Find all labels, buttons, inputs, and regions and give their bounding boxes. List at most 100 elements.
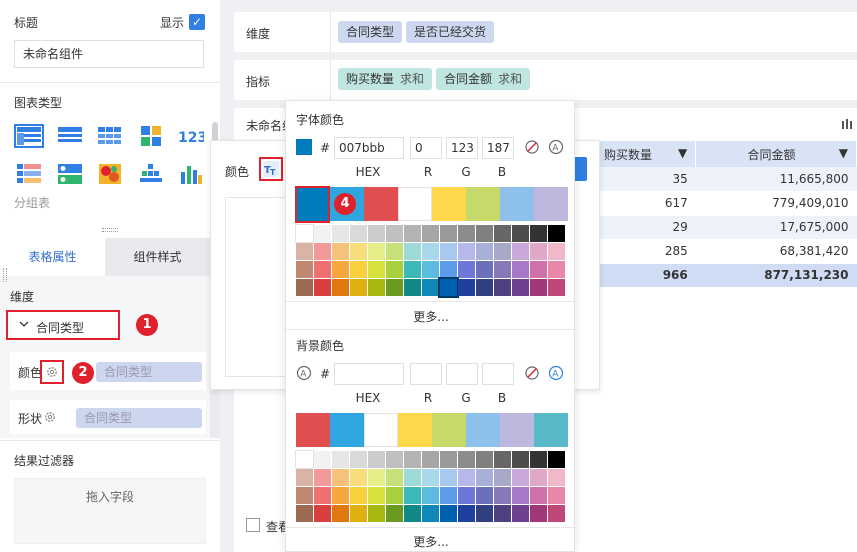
color-cell[interactable] — [368, 487, 385, 504]
text-color-button-highlight[interactable]: TT — [259, 157, 283, 181]
color-cell[interactable] — [476, 243, 493, 260]
color-cell[interactable] — [530, 505, 547, 522]
red-input[interactable]: 0 — [410, 137, 442, 159]
color-cell[interactable] — [530, 487, 547, 504]
color-cell[interactable] — [314, 243, 331, 260]
color-cell[interactable] — [512, 487, 529, 504]
color-cell[interactable] — [494, 243, 511, 260]
auto-color-selected-icon[interactable]: A — [548, 365, 564, 384]
color-cell[interactable] — [332, 451, 349, 468]
color-cell[interactable] — [314, 261, 331, 278]
color-cell[interactable] — [386, 487, 403, 504]
color-cell[interactable] — [530, 451, 547, 468]
tab-table-properties[interactable]: 表格属性 — [0, 238, 105, 276]
color-cell[interactable] — [476, 279, 493, 296]
color-cell[interactable] — [530, 261, 547, 278]
color-cell[interactable] — [404, 469, 421, 486]
color-cell[interactable] — [404, 243, 421, 260]
column-header[interactable]: 购买数量 ▼ — [596, 141, 697, 167]
color-cell[interactable] — [440, 487, 457, 504]
color-cell[interactable] — [548, 469, 565, 486]
shape-gear-icon[interactable] — [44, 411, 56, 426]
color-cell[interactable] — [440, 225, 457, 242]
dimension-pill[interactable]: 是否已经交货 — [406, 21, 495, 43]
color-swatch[interactable] — [432, 187, 466, 221]
color-cell[interactable] — [440, 243, 457, 260]
color-cell[interactable] — [548, 279, 565, 296]
dimension-field-box[interactable]: 合同类型 — [6, 310, 120, 340]
color-cell[interactable] — [350, 451, 367, 468]
text-color-icon[interactable]: TT — [263, 161, 279, 177]
color-cell[interactable] — [548, 243, 565, 260]
color-cell[interactable] — [494, 279, 511, 296]
color-cell[interactable] — [494, 451, 511, 468]
color-cell[interactable] — [458, 505, 475, 522]
color-cell[interactable] — [314, 279, 331, 296]
color-cell[interactable] — [512, 279, 529, 296]
color-cell[interactable] — [494, 505, 511, 522]
color-settings-highlight[interactable] — [40, 360, 64, 384]
card-list-icon[interactable] — [55, 162, 85, 186]
color-cell[interactable] — [368, 505, 385, 522]
color-cell[interactable] — [386, 225, 403, 242]
color-cell[interactable] — [512, 451, 529, 468]
color-cell[interactable] — [314, 505, 331, 522]
color-cell[interactable] — [440, 451, 457, 468]
color-cell[interactable] — [368, 469, 385, 486]
green-input[interactable]: 123 — [446, 137, 478, 159]
color-cell[interactable] — [458, 487, 475, 504]
tab-component-style[interactable]: 组件样式 — [105, 238, 210, 276]
color-cell[interactable] — [368, 451, 385, 468]
color-cell[interactable] — [494, 261, 511, 278]
more-colors-link[interactable]: 更多... — [286, 308, 576, 325]
color-cell[interactable] — [476, 469, 493, 486]
kpi-grid-icon[interactable] — [136, 124, 166, 148]
color-cell[interactable] — [548, 261, 565, 278]
cross-table-icon[interactable] — [55, 124, 85, 148]
color-cell[interactable] — [296, 487, 313, 504]
color-cell[interactable] — [476, 505, 493, 522]
color-cell[interactable] — [548, 451, 565, 468]
color-cell[interactable] — [350, 469, 367, 486]
color-swatch[interactable] — [534, 187, 568, 221]
color-cell[interactable] — [332, 243, 349, 260]
color-swatch[interactable] — [398, 413, 432, 447]
color-cell[interactable] — [386, 279, 403, 296]
bg-green-input[interactable] — [446, 363, 478, 385]
color-cell[interactable] — [422, 225, 439, 242]
color-cell[interactable] — [296, 505, 313, 522]
bg-hex-input[interactable] — [334, 363, 404, 385]
measure-pill[interactable]: 购买数量 求和 — [338, 68, 433, 90]
color-swatch[interactable] — [364, 187, 398, 221]
color-cell[interactable] — [458, 451, 475, 468]
shape-field-pill[interactable]: 合同类型 — [76, 408, 202, 428]
column-settings-icon[interactable] — [842, 118, 854, 132]
color-swatch[interactable] — [364, 413, 398, 447]
color-cell[interactable] — [512, 225, 529, 242]
color-cell[interactable] — [314, 487, 331, 504]
dot-matrix-icon[interactable] — [136, 162, 166, 186]
color-cell[interactable] — [422, 487, 439, 504]
color-cell[interactable] — [368, 225, 385, 242]
color-cell[interactable] — [476, 451, 493, 468]
title-input[interactable]: 未命名组件 — [14, 40, 204, 68]
resize-handle[interactable] — [102, 228, 118, 232]
bar-chart-icon[interactable] — [176, 162, 206, 186]
color-cell[interactable] — [422, 243, 439, 260]
color-cell[interactable] — [404, 451, 421, 468]
color-cell[interactable] — [368, 261, 385, 278]
color-cell[interactable] — [350, 225, 367, 242]
color-cell[interactable] — [295, 450, 314, 469]
hex-input[interactable]: 007bbb — [334, 137, 404, 159]
color-cell[interactable] — [440, 469, 457, 486]
color-cell[interactable] — [296, 243, 313, 260]
color-cell[interactable] — [368, 243, 385, 260]
color-cell[interactable] — [295, 224, 314, 243]
color-cell[interactable] — [440, 261, 457, 278]
blue-input[interactable]: 187 — [482, 137, 514, 159]
color-swatch[interactable] — [466, 413, 500, 447]
color-cell[interactable] — [386, 505, 403, 522]
color-cell[interactable] — [494, 469, 511, 486]
color-cell[interactable] — [350, 279, 367, 296]
color-cell[interactable] — [296, 261, 313, 278]
